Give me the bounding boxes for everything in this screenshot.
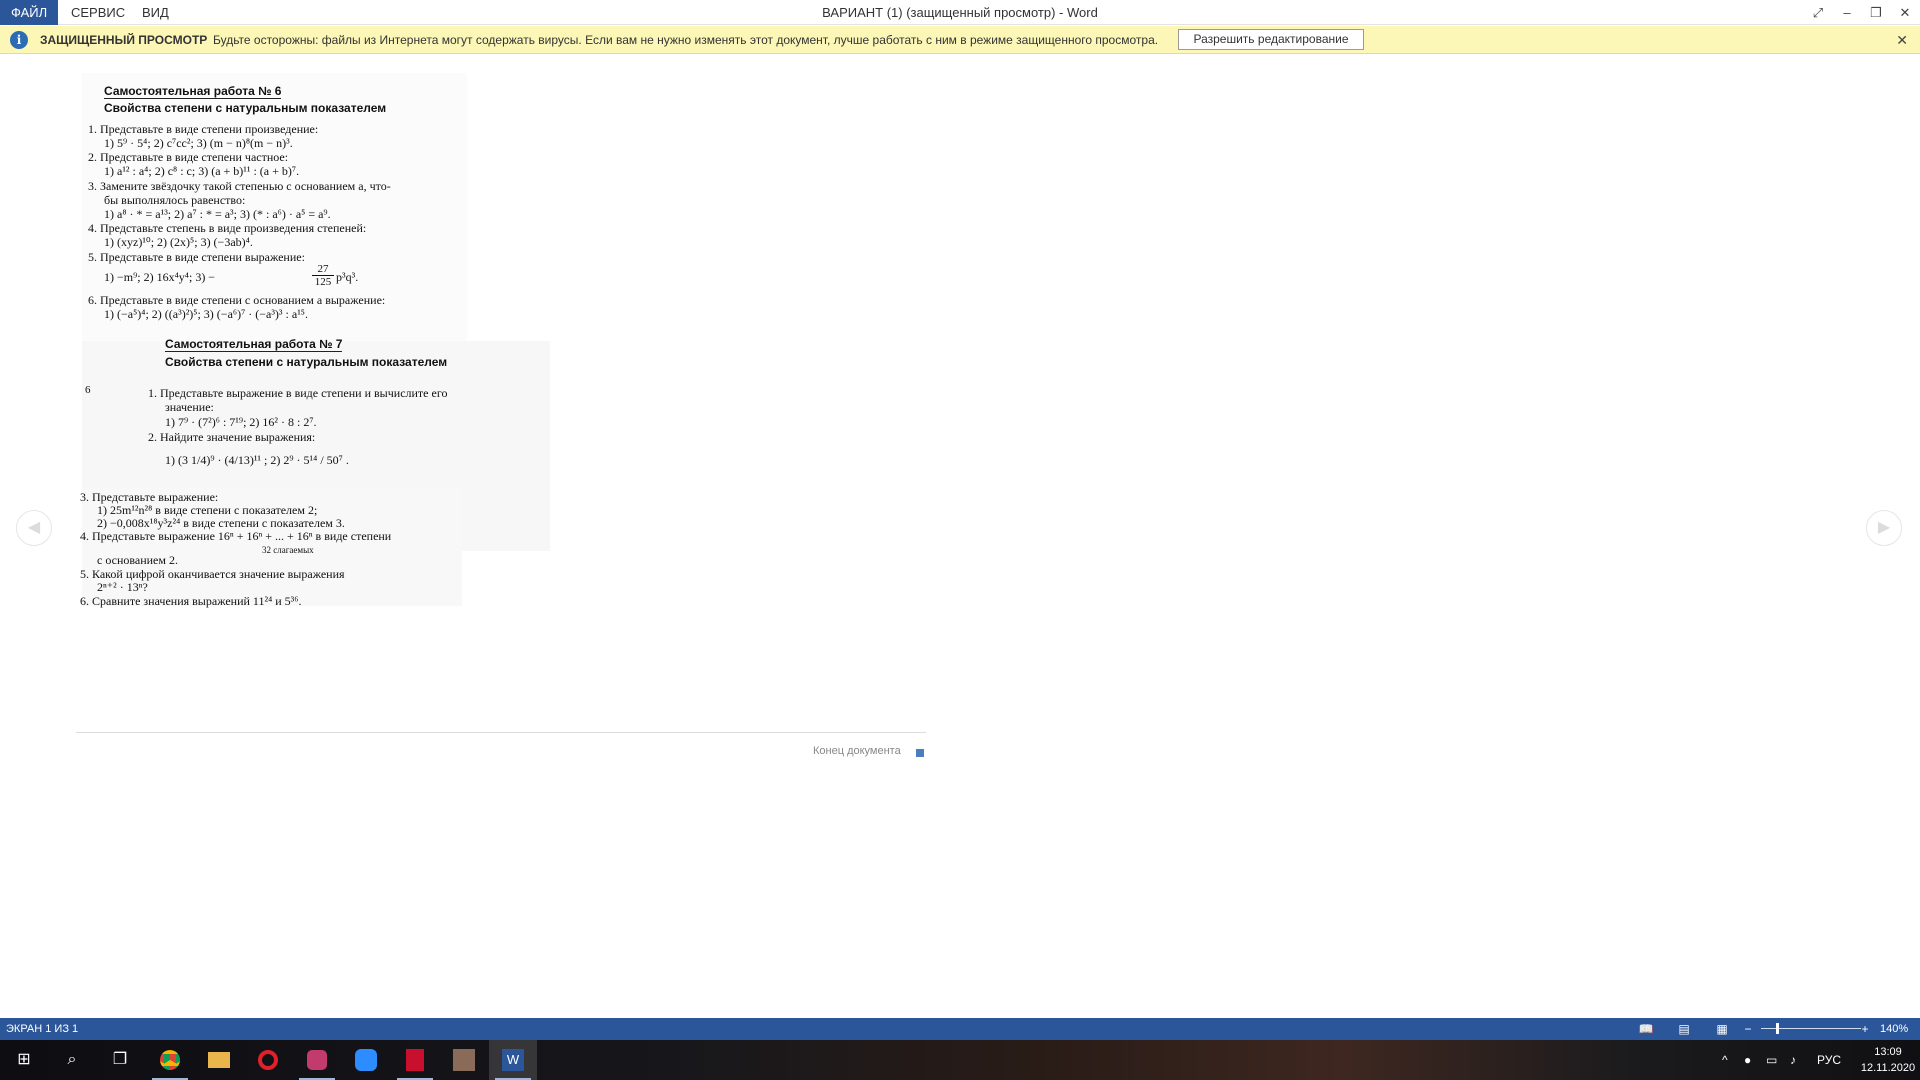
volume-icon[interactable]: ♪ <box>1790 1040 1796 1080</box>
end-divider <box>76 732 926 733</box>
zoom-in-icon[interactable]: + <box>1857 1021 1873 1037</box>
protected-view-message: Будьте осторожны: файлы из Интернета мог… <box>213 33 1159 47</box>
clock-time: 13:09 <box>1874 1046 1902 1058</box>
work6-subtitle: Свойства степени с натуральным показател… <box>104 101 387 115</box>
close-icon[interactable]: ✕ <box>1890 0 1920 25</box>
text-line: 1) (−a⁵)⁴; 2) ((a³)²)⁵; 3) (−a⁶)⁷ · (−a³… <box>104 307 308 321</box>
tray-chevron-icon[interactable]: ^ <box>1722 1040 1728 1080</box>
text-line: 1) (xyz)¹⁰; 2) (2x)⁵; 3) (−3ab)⁴. <box>104 235 253 249</box>
text-line: 6. Сравните значения выражений 11²⁴ и 5³… <box>80 594 302 608</box>
taskbar: ⊞ ⌕ ❐ W ^ ● ▭ ♪ РУС 13:09 12.11.2020 <box>0 1040 1920 1080</box>
work6-title: Самостоятельная работа № 6 <box>104 84 282 99</box>
text-line: 1. Представьте выражение в виде степени … <box>148 386 448 400</box>
status-bar: ЭКРАН 1 ИЗ 1 📖 ▤ ▦ − + 140% <box>0 1018 1920 1040</box>
clock[interactable]: 13:09 12.11.2020 <box>1860 1044 1916 1076</box>
page-marker: 6 <box>85 384 91 396</box>
work7-subtitle: Свойства степени с натуральным показател… <box>165 355 448 369</box>
next-screen-icon[interactable]: ▶ <box>1866 510 1902 546</box>
text-line: 1) 7⁹ · (7²)⁶ : 7¹⁹; 2) 16² · 8 : 2⁷. <box>165 415 317 429</box>
minimize-icon[interactable]: – <box>1832 0 1862 25</box>
document-area: Самостоятельная работа № 6 Свойства степ… <box>0 55 1920 1018</box>
text-line: 1) (3 1/4)⁹ · (4/13)¹¹ ; 2) 2⁹ · 5¹⁴ / 5… <box>165 453 349 467</box>
tab-service[interactable]: СЕРВИС <box>60 0 136 25</box>
zoom-app-icon[interactable] <box>342 1040 390 1080</box>
network-icon[interactable]: ▭ <box>1766 1040 1777 1080</box>
photo-app-icon[interactable] <box>440 1040 488 1080</box>
clock-date: 12.11.2020 <box>1860 1062 1916 1074</box>
zoom-out-icon[interactable]: − <box>1740 1021 1756 1037</box>
screen-counter: ЭКРАН 1 ИЗ 1 <box>6 1023 79 1035</box>
tab-file[interactable]: ФАЙЛ <box>0 0 58 25</box>
start-icon[interactable]: ⊞ <box>0 1040 48 1080</box>
tray-app-icon[interactable]: ● <box>1744 1040 1751 1080</box>
zoom-level[interactable]: 140% <box>1880 1018 1908 1040</box>
text-line: p³q³. <box>336 270 359 284</box>
text-line: 5. Представьте в виде степени выражение: <box>88 250 305 264</box>
text-line: 3. Замените звёздочку такой степенью с о… <box>88 179 391 193</box>
enable-editing-button[interactable]: Разрешить редактирование <box>1178 29 1364 50</box>
language-indicator[interactable]: РУС <box>1817 1040 1841 1080</box>
text-line: 2. Представьте в виде степени частное: <box>88 150 289 164</box>
work7-title: Самостоятельная работа № 7 <box>165 337 343 352</box>
text-line: 1) a¹² : a⁴; 2) c⁸ : c; 3) (a + b)¹¹ : (… <box>104 164 300 178</box>
print-layout-icon[interactable]: ▤ <box>1676 1021 1692 1037</box>
fraction-denominator: 125 <box>314 276 332 288</box>
close-bar-icon[interactable]: ✕ <box>1896 26 1908 54</box>
text-line: 1) 25m¹²n²⁸ в виде степени с показателем… <box>97 503 318 517</box>
zoom-slider-thumb[interactable] <box>1776 1023 1779 1034</box>
text-line: 6. Представьте в виде степени с основани… <box>88 293 386 307</box>
text-line: 1) −m⁹; 2) 16x⁴y⁴; 3) − <box>104 270 216 284</box>
fraction-numerator: 27 <box>312 263 334 276</box>
read-mode-icon[interactable]: 📖 <box>1638 1021 1654 1037</box>
text-line: 1. Представьте в виде степени произведен… <box>88 122 319 136</box>
text-line: 1) 5⁹ · 5⁴; 2) c⁷cc²; 3) (m − n)⁸(m − n)… <box>104 136 293 150</box>
game-app-icon[interactable] <box>293 1040 341 1080</box>
protected-view-label: ЗАЩИЩЕННЫЙ ПРОСМОТР <box>40 33 208 47</box>
protected-view-bar: i ЗАЩИЩЕННЫЙ ПРОСМОТР Будьте осторожны: … <box>0 26 1920 54</box>
text-line: 2. Найдите значение выражения: <box>148 430 316 444</box>
end-of-document-label: Конец документа <box>813 745 901 757</box>
window-title: ВАРИАНТ (1) (защищенный просмотр) - Word <box>822 5 1098 20</box>
file-explorer-icon[interactable] <box>195 1040 243 1080</box>
text-line: 4. Представьте степень в виде произведен… <box>88 221 367 235</box>
text-line: значение: <box>165 400 214 414</box>
text-line: 2) −0,008x¹⁸y³z²⁴ в виде степени с показ… <box>97 516 345 530</box>
pdf-app-icon[interactable] <box>391 1040 439 1080</box>
task-view-icon[interactable]: ❐ <box>96 1040 144 1080</box>
text-line: с основанием 2. <box>97 553 178 567</box>
chrome-icon[interactable] <box>146 1040 194 1080</box>
text-line: 2ⁿ⁺² · 13ⁿ? <box>97 580 148 594</box>
fullscreen-icon[interactable]: ⤢ <box>1803 0 1833 25</box>
info-icon: i <box>10 31 28 49</box>
scanned-page-image: Самостоятельная работа № 6 Свойства степ… <box>80 73 557 613</box>
tab-view[interactable]: ВИД <box>131 0 180 25</box>
restore-icon[interactable]: ❐ <box>1861 0 1891 25</box>
text-line: 32 слагаемых <box>262 545 314 555</box>
word-icon[interactable]: W <box>489 1040 537 1080</box>
previous-screen-icon[interactable]: ◀ <box>16 510 52 546</box>
end-marker-icon <box>916 749 924 757</box>
text-line: 1) a⁸ · * = a¹³; 2) a⁷ : * = a³; 3) (* :… <box>104 207 331 221</box>
opera-icon[interactable] <box>244 1040 292 1080</box>
text-line: 4. Представьте выражение 16ⁿ + 16ⁿ + ...… <box>80 529 392 543</box>
search-icon[interactable]: ⌕ <box>48 1040 96 1080</box>
web-layout-icon[interactable]: ▦ <box>1714 1021 1730 1037</box>
title-bar: ФАЙЛ СЕРВИС ВИД ВАРИАНТ (1) (защищенный … <box>0 0 1920 25</box>
text-line: 3. Представьте выражение: <box>80 490 219 504</box>
text-line: 5. Какой цифрой оканчивается значение вы… <box>80 567 345 581</box>
text-line: бы выполнялось равенство: <box>104 193 246 207</box>
